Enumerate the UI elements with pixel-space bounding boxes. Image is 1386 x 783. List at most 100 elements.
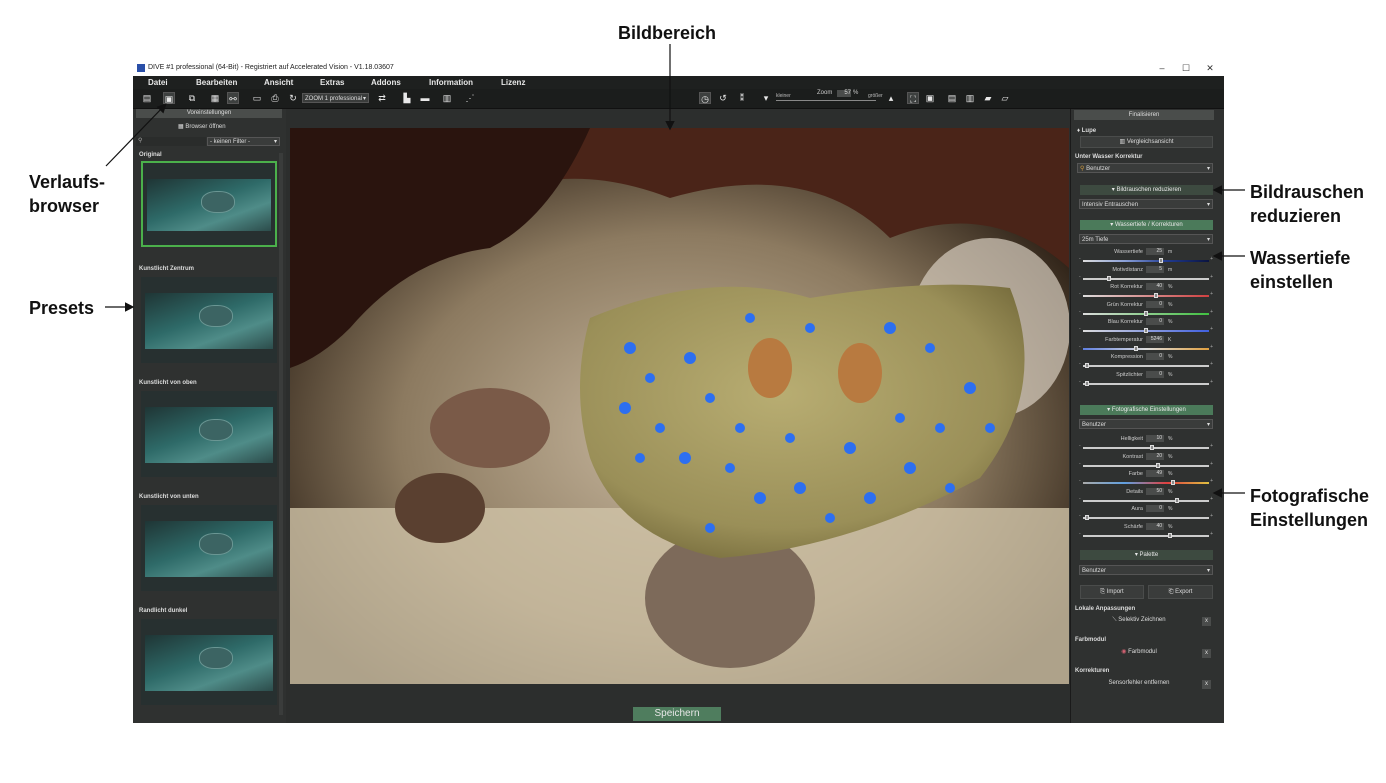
slider-schärfe[interactable]: Schärfe 40% - + [1079, 522, 1213, 541]
slider-handle[interactable] [1158, 258, 1163, 263]
slider-value[interactable]: 20 [1146, 452, 1164, 460]
slider-track[interactable] [1083, 517, 1209, 519]
slider-handle[interactable] [1085, 380, 1090, 386]
noise-reduction-button[interactable]: ▾ Bildrauschen reduzieren [1080, 185, 1213, 195]
slider-value[interactable]: 0 [1146, 370, 1164, 378]
minus-icon[interactable]: - [1079, 513, 1081, 519]
slider-handle[interactable] [1144, 310, 1148, 316]
minus-icon[interactable]: - [1079, 496, 1081, 502]
slider-kontrast[interactable]: Kontrast 20% - + [1079, 452, 1213, 471]
plus-icon[interactable]: + [1210, 309, 1213, 315]
flip-icon[interactable]: ⁑ [736, 92, 748, 104]
profile-select[interactable]: ZOOM 1 professional ▾ [302, 93, 369, 103]
slider-handle[interactable] [1085, 363, 1090, 368]
link-icon[interactable]: ⚯ [227, 92, 239, 104]
slider-track[interactable] [1083, 534, 1209, 537]
depth-select[interactable]: 25m Tiefe ▾ [1079, 234, 1213, 244]
preset-thumbnail-randlicht-dunkel[interactable] [141, 619, 277, 705]
split-icon[interactable]: ▤ [946, 92, 958, 104]
slider-rot-korrektur[interactable]: Rot Korrektur 40% - + [1079, 283, 1213, 301]
rotate-icon[interactable]: ↺ [717, 92, 729, 104]
slider-track[interactable] [1083, 347, 1209, 350]
water-depth-button[interactable]: ▾ Wassertiefe / Korrekturen [1080, 220, 1213, 230]
sensor-fix-button[interactable]: Sensorfehler entfernen [1080, 678, 1198, 691]
slider-grün-korrektur[interactable]: Grün Korrektur 0% - + [1079, 300, 1213, 319]
menu-datei[interactable]: Datei [148, 76, 168, 89]
copy-icon[interactable]: ⧉ [186, 92, 198, 104]
slider-farbtemperatur[interactable]: Farbtemperatur 5246 K - + [1079, 335, 1213, 354]
minus-icon[interactable]: - [1079, 326, 1081, 332]
slider-handle[interactable] [1174, 497, 1179, 503]
open-icon[interactable]: ▣ [163, 92, 175, 104]
filter-select[interactable]: - keinen Filter - ▾ [207, 137, 280, 146]
compare-icon[interactable]: ▣ [924, 92, 936, 104]
slider-value[interactable]: 5 [1146, 265, 1164, 273]
print-icon[interactable]: ⎙ [269, 92, 281, 104]
slider-handle[interactable] [1150, 445, 1155, 450]
slider-handle[interactable] [1170, 480, 1175, 485]
slider-handle[interactable] [1085, 515, 1090, 520]
zoom-in-icon[interactable]: ▴ [885, 92, 897, 104]
slider-details[interactable]: Details 50% - + [1079, 487, 1213, 506]
export-button[interactable]: ⎗ Export [1148, 585, 1213, 599]
slider-value[interactable]: 50 [1146, 487, 1164, 495]
sensor-close-button[interactable]: x [1202, 680, 1211, 689]
finalize-button[interactable]: Finalisieren [1074, 110, 1214, 120]
plus-icon[interactable]: + [1210, 443, 1213, 449]
minus-icon[interactable]: - [1079, 344, 1081, 350]
slider-handle[interactable] [1168, 532, 1173, 538]
plus-icon[interactable]: + [1210, 256, 1213, 262]
zoom-out-icon[interactable]: ▾ [760, 92, 772, 104]
plus-icon[interactable]: + [1210, 379, 1213, 385]
presets-scrollbar[interactable] [279, 153, 283, 715]
slider-helligkeit[interactable]: Helligkeit 10% - + [1079, 435, 1213, 453]
export2-icon[interactable]: ▙ [401, 92, 413, 104]
slider-value[interactable]: 10 [1146, 435, 1164, 442]
table-icon[interactable]: ▥ [441, 92, 453, 104]
slider-value[interactable]: 0 [1146, 318, 1164, 325]
minus-icon[interactable]: - [1079, 379, 1081, 385]
comment-icon[interactable]: ▰ [982, 92, 994, 104]
plus-icon[interactable]: + [1210, 461, 1213, 467]
slider-track[interactable] [1083, 277, 1209, 280]
menu-ansicht[interactable]: Ansicht [264, 76, 293, 89]
slider-track[interactable] [1083, 499, 1209, 502]
compare-view-button[interactable]: ▥ Vergleichsansicht [1080, 136, 1213, 148]
menu-lizenz[interactable]: Lizenz [501, 76, 525, 89]
redo-icon[interactable]: ↻ [287, 92, 299, 104]
palette-select[interactable]: Benutzer ▾ [1079, 565, 1213, 575]
comment2-icon[interactable]: ▱ [999, 92, 1011, 104]
preset-thumbnail-original[interactable] [141, 161, 277, 247]
close-button[interactable]: ✕ [1198, 60, 1222, 76]
split2-icon[interactable]: ▥ [964, 92, 976, 104]
plus-icon[interactable]: + [1210, 291, 1213, 297]
slider-value[interactable]: 40 [1146, 522, 1164, 530]
minus-icon[interactable]: - [1079, 291, 1081, 297]
slider-handle[interactable] [1144, 328, 1148, 333]
slider-handle[interactable] [1107, 275, 1112, 281]
slider-wassertiefe[interactable]: Wassertiefe 25 m - + [1079, 248, 1213, 266]
preset-search-input[interactable]: ⚲ [136, 137, 206, 146]
slider-blau-korrektur[interactable]: Blau Korrektur 0% - + [1079, 318, 1213, 336]
slider-spitzlichter[interactable]: Spitzlichter 0% - + [1079, 370, 1213, 389]
palette-button[interactable]: ▾ Palette [1080, 550, 1213, 560]
slider-value[interactable]: 25 [1146, 248, 1164, 255]
plus-icon[interactable]: + [1210, 344, 1213, 350]
plus-icon[interactable]: + [1210, 531, 1213, 537]
slider-track[interactable] [1083, 382, 1209, 385]
zoom-slider[interactable] [776, 100, 876, 101]
preset-thumbnail-kunstlicht-von-unten[interactable] [141, 505, 277, 591]
plus-icon[interactable]: + [1210, 513, 1213, 519]
slider-handle[interactable] [1134, 345, 1139, 351]
minus-icon[interactable]: - [1079, 531, 1081, 537]
plus-icon[interactable]: + [1210, 496, 1213, 502]
menu-addons[interactable]: Addons [371, 76, 401, 89]
browser-open-button[interactable]: ▦ Browser öffnen [178, 123, 226, 130]
slider-value[interactable]: 5246 [1146, 335, 1164, 343]
crop-icon[interactable]: ⛶ [907, 92, 919, 104]
color-module-button[interactable]: ◉ Farbmodul [1080, 647, 1198, 660]
lupe-label[interactable]: ♦ Lupe [1077, 128, 1096, 134]
save-icon[interactable]: ▭ [251, 92, 263, 104]
underwater-select[interactable]: ⚲ Benutzer ▾ [1077, 163, 1213, 173]
photo-select[interactable]: Benutzer ▾ [1079, 419, 1213, 429]
